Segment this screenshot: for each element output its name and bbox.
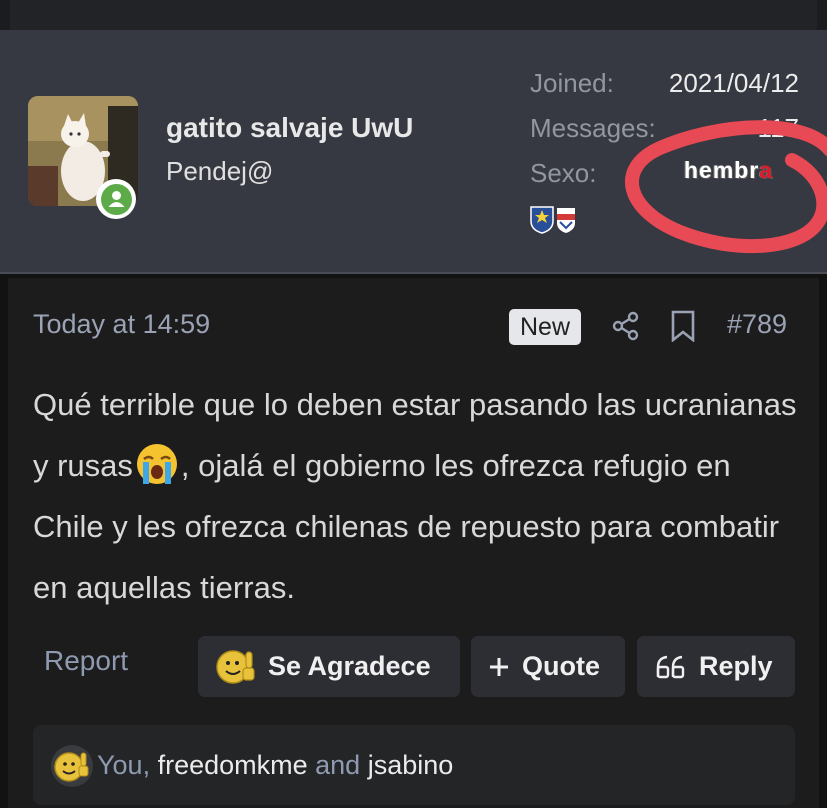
joined-label: Joined: [530,68,614,98]
loudly-crying-emoji-icon [133,440,181,488]
post-date[interactable]: Today at 14:59 [33,309,210,340]
thumbs-up-smiley-icon [216,648,256,686]
sexo-value-last-letter: a [759,157,774,183]
sexo-value-main: hembr [684,157,760,183]
flag-badges [529,204,579,234]
messages-value[interactable]: 117 [758,113,799,144]
thumbs-up-smiley-icon [50,744,94,788]
user-title: Pendej@ [166,156,274,186]
username[interactable]: gatito salvaje UwU [166,112,413,144]
reply-button[interactable]: Reply [637,636,795,697]
share-icon[interactable] [611,311,641,341]
react-button[interactable]: Se Agradece [198,636,460,697]
reactions-list: You, freedomkme and jsabino [97,750,453,781]
react-button-label: Se Agradece [268,651,431,681]
reaction-separator: , [142,750,158,780]
post-number[interactable]: #789 [727,309,787,340]
top-bar [10,0,817,30]
joined-value: 2021/04/12 [668,68,799,98]
top-strip [0,0,827,30]
quote-marks-icon [655,655,687,679]
reply-button-label: Reply [699,651,773,681]
new-badge: New [509,309,581,345]
quote-button[interactable]: Quote [471,636,625,697]
reaction-separator: and [307,750,368,780]
report-link[interactable]: Report [44,645,128,677]
online-status-icon [96,179,136,219]
post-body: Qué terrible que lo deben estar pasando … [33,374,803,618]
quote-button-label: Quote [522,651,600,681]
sexo-label: Sexo: [530,158,597,188]
sexo-value: hembra [684,157,773,184]
plus-icon [488,656,510,678]
reactions-bar: You, freedomkme and jsabino [33,725,795,805]
bookmark-icon[interactable] [670,310,696,343]
reaction-user-freedomkme[interactable]: freedomkme [158,750,308,780]
messages-label: Messages: [530,113,656,143]
reaction-user-jsabino[interactable]: jsabino [368,750,454,780]
reaction-you: You [97,750,143,780]
